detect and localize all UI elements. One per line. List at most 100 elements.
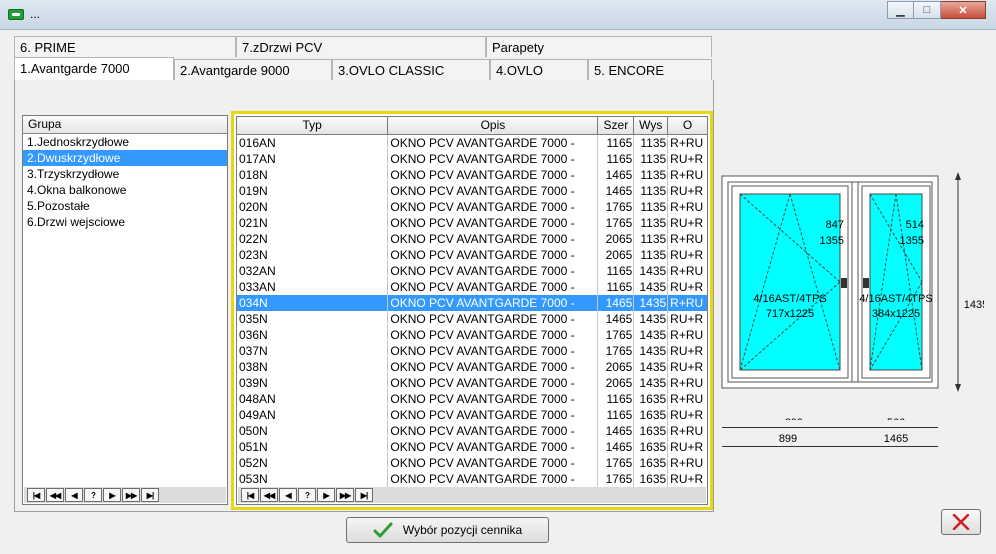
tab-label: Parapety — [492, 40, 545, 55]
nav-button[interactable]: ◀ — [65, 488, 83, 502]
table-row[interactable]: 022N OKNO PCV AVANTGARDE 7000 - 2065 1135 R… — [237, 231, 707, 247]
table-row[interactable]: 052N OKNO PCV AVANTGARDE 7000 - 1765 1635 R… — [237, 455, 707, 471]
cell-opis: OKNO PCV AVANTGARDE 7000 - — [388, 135, 599, 151]
tab-ovlo-classic[interactable]: 3.OVLO CLASSIC — [332, 59, 490, 80]
cell-typ: 019N — [237, 183, 389, 199]
cell-o: RU+R — [670, 440, 704, 454]
cell-opis: OKNO PCV AVANTGARDE 7000 - — [388, 375, 599, 391]
nav-button[interactable]: ▶| — [355, 488, 373, 502]
table-row[interactable]: 017AN OKNO PCV AVANTGARDE 7000 - 1165 1135… — [237, 151, 707, 167]
nav-button[interactable]: |◀ — [27, 488, 45, 502]
dialog-close-button[interactable] — [941, 509, 981, 535]
title-bar: ... ▁ □ ✕ — [0, 0, 996, 30]
minimize-button[interactable]: ▁ — [887, 1, 914, 19]
dialog-client: 6. PRIME 7.zDrzwi PCV Parapety 1.Avantga… — [8, 30, 988, 548]
group-items: 1.Jednoskrzydłowe 2.Dwuskrzydłowe 3.Trzysk… — [23, 134, 227, 230]
cell-o: R+RU — [670, 136, 704, 150]
cell-o: R+RU — [670, 328, 704, 342]
nav-button[interactable]: ? — [298, 488, 316, 502]
list-item[interactable]: 1.Jednoskrzydłowe — [23, 134, 227, 150]
cell-wys: 1435 — [634, 311, 669, 327]
group-list[interactable]: Grupa 1.Jednoskrzydłowe 2.Dwuskrzydłowe 3.… — [22, 115, 228, 505]
cell-szer: 1765 — [598, 215, 635, 231]
col-header-opis[interactable]: Opis — [388, 117, 599, 134]
table-row[interactable]: 019N OKNO PCV AVANTGARDE 7000 - 1465 1135 R… — [237, 183, 707, 199]
cell-typ: 049AN — [237, 407, 389, 423]
list-item[interactable]: 5.Pozostałe — [23, 198, 227, 214]
table-row[interactable]: 035N OKNO PCV AVANTGARDE 7000 - 1465 1435 R… — [237, 311, 707, 327]
select-price-position-button[interactable]: Wybór pozycji cennika — [346, 517, 549, 543]
nav-button[interactable]: ▶ — [103, 488, 121, 502]
table-row[interactable]: 039N OKNO PCV AVANTGARDE 7000 - 2065 1435 R… — [237, 375, 707, 391]
cell-szer: 1465 — [598, 311, 635, 327]
list-item[interactable]: 6.Drzwi wejsciowe — [23, 214, 227, 230]
table-row[interactable]: 016AN OKNO PCV AVANTGARDE 7000 - 1165 1135… — [237, 135, 707, 151]
right-handle-icon — [863, 278, 869, 288]
maximize-button[interactable]: □ — [914, 1, 941, 19]
cell-szer: 1465 — [598, 295, 635, 311]
tab-prime[interactable]: 6. PRIME — [14, 36, 236, 57]
col-header-szer[interactable]: Szer — [598, 117, 635, 134]
cell-opis: OKNO PCV AVANTGARDE 7000 - — [388, 455, 599, 471]
table-row[interactable]: 038N OKNO PCV AVANTGARDE 7000 - 2065 1435 R… — [237, 359, 707, 375]
right-glass-size: 384x1225 — [872, 308, 920, 320]
cell-opis: OKNO PCV AVANTGARDE 7000 - — [388, 439, 599, 455]
table-row[interactable]: 049AN OKNO PCV AVANTGARDE 7000 - 1165 1635… — [237, 407, 707, 423]
cell-opis: OKNO PCV AVANTGARDE 7000 - — [388, 183, 599, 199]
tab-ovlo[interactable]: 4.OVLO — [490, 59, 588, 80]
cell-o: R+RU — [670, 168, 704, 182]
col-header-wys[interactable]: Wys — [634, 117, 669, 134]
app-icon — [8, 9, 24, 20]
tab-avantgarde-9000[interactable]: 2.Avantgarde 9000 — [174, 59, 332, 80]
nav-button[interactable]: ▶▶ — [336, 488, 354, 502]
table-row[interactable]: 050N OKNO PCV AVANTGARDE 7000 - 1465 1635 R… — [237, 423, 707, 439]
cell-typ: 035N — [237, 311, 389, 327]
cell-wys: 1635 — [634, 423, 669, 439]
table-row[interactable]: 034N OKNO PCV AVANTGARDE 7000 - 1465 1435 R… — [237, 295, 707, 311]
list-item[interactable]: 3.Trzyskrzydłowe — [23, 166, 227, 182]
table-row[interactable]: 020N OKNO PCV AVANTGARDE 7000 - 1765 1135 R… — [237, 199, 707, 215]
nav-button[interactable]: ▶▶ — [122, 488, 140, 502]
cell-o: R+RU — [670, 264, 704, 278]
height-dim-label: 1435 — [964, 299, 984, 311]
table-row[interactable]: 051N OKNO PCV AVANTGARDE 7000 - 1465 1635 R… — [237, 439, 707, 455]
table-row[interactable]: 033AN OKNO PCV AVANTGARDE 7000 - 1165 1435… — [237, 279, 707, 295]
tab-avantgarde-7000[interactable]: 1.Avantgarde 7000 — [14, 57, 174, 80]
table-row[interactable]: 053N OKNO PCV AVANTGARDE 7000 - 1765 1635 R… — [237, 471, 707, 487]
nav-button[interactable]: ◀◀ — [260, 488, 278, 502]
col-header-o[interactable]: O — [668, 117, 707, 134]
nav-button[interactable]: ? — [84, 488, 102, 502]
table-row[interactable]: 048AN OKNO PCV AVANTGARDE 7000 - 1165 1635… — [237, 391, 707, 407]
tab-zdrzwi-pcv[interactable]: 7.zDrzwi PCV — [236, 36, 486, 57]
tab-label: 4.OVLO — [496, 63, 543, 78]
cell-typ: 023N — [237, 247, 389, 263]
table-row[interactable]: 037N OKNO PCV AVANTGARDE 7000 - 1765 1435 R… — [237, 343, 707, 359]
group-header[interactable]: Grupa — [23, 116, 227, 134]
list-item[interactable]: 2.Dwuskrzydłowe — [23, 150, 227, 166]
cell-typ: 017AN — [237, 151, 389, 167]
list-item[interactable]: 4.Okna balkonowe — [23, 182, 227, 198]
table-row[interactable]: 023N OKNO PCV AVANTGARDE 7000 - 2065 1135 R… — [237, 247, 707, 263]
col-header-typ[interactable]: Typ — [237, 117, 389, 134]
table-row[interactable]: 032AN OKNO PCV AVANTGARDE 7000 - 1165 1435… — [237, 263, 707, 279]
table-row[interactable]: 021N OKNO PCV AVANTGARDE 7000 - 1765 1135 R… — [237, 215, 707, 231]
window-close-button[interactable]: ✕ — [941, 1, 986, 19]
nav-button[interactable]: ▶ — [317, 488, 335, 502]
cell-wys: 1635 — [634, 455, 669, 471]
nav-button[interactable]: ◀ — [279, 488, 297, 502]
cell-wys: 1635 — [634, 439, 669, 455]
tab-encore[interactable]: 5. ENCORE — [588, 59, 712, 80]
nav-button[interactable]: |◀ — [241, 488, 259, 502]
types-table[interactable]: Typ Opis Szer Wys O 016AN OKNO PCV AVANTG… — [236, 116, 708, 505]
cell-opis: OKNO PCV AVANTGARDE 7000 - — [388, 215, 599, 231]
table-row[interactable]: 036N OKNO PCV AVANTGARDE 7000 - 1765 1435 R… — [237, 327, 707, 343]
arrow-down-icon — [955, 384, 961, 392]
cell-o: RU+R — [670, 344, 704, 358]
cell-o: R+RU — [670, 296, 704, 310]
cell-szer: 1165 — [598, 151, 635, 167]
nav-button[interactable]: ◀◀ — [46, 488, 64, 502]
nav-button[interactable]: ▶| — [141, 488, 159, 502]
tab-parapety[interactable]: Parapety — [486, 36, 712, 57]
cell-o: RU+R — [670, 312, 704, 326]
table-row[interactable]: 018N OKNO PCV AVANTGARDE 7000 - 1465 1135 R… — [237, 167, 707, 183]
